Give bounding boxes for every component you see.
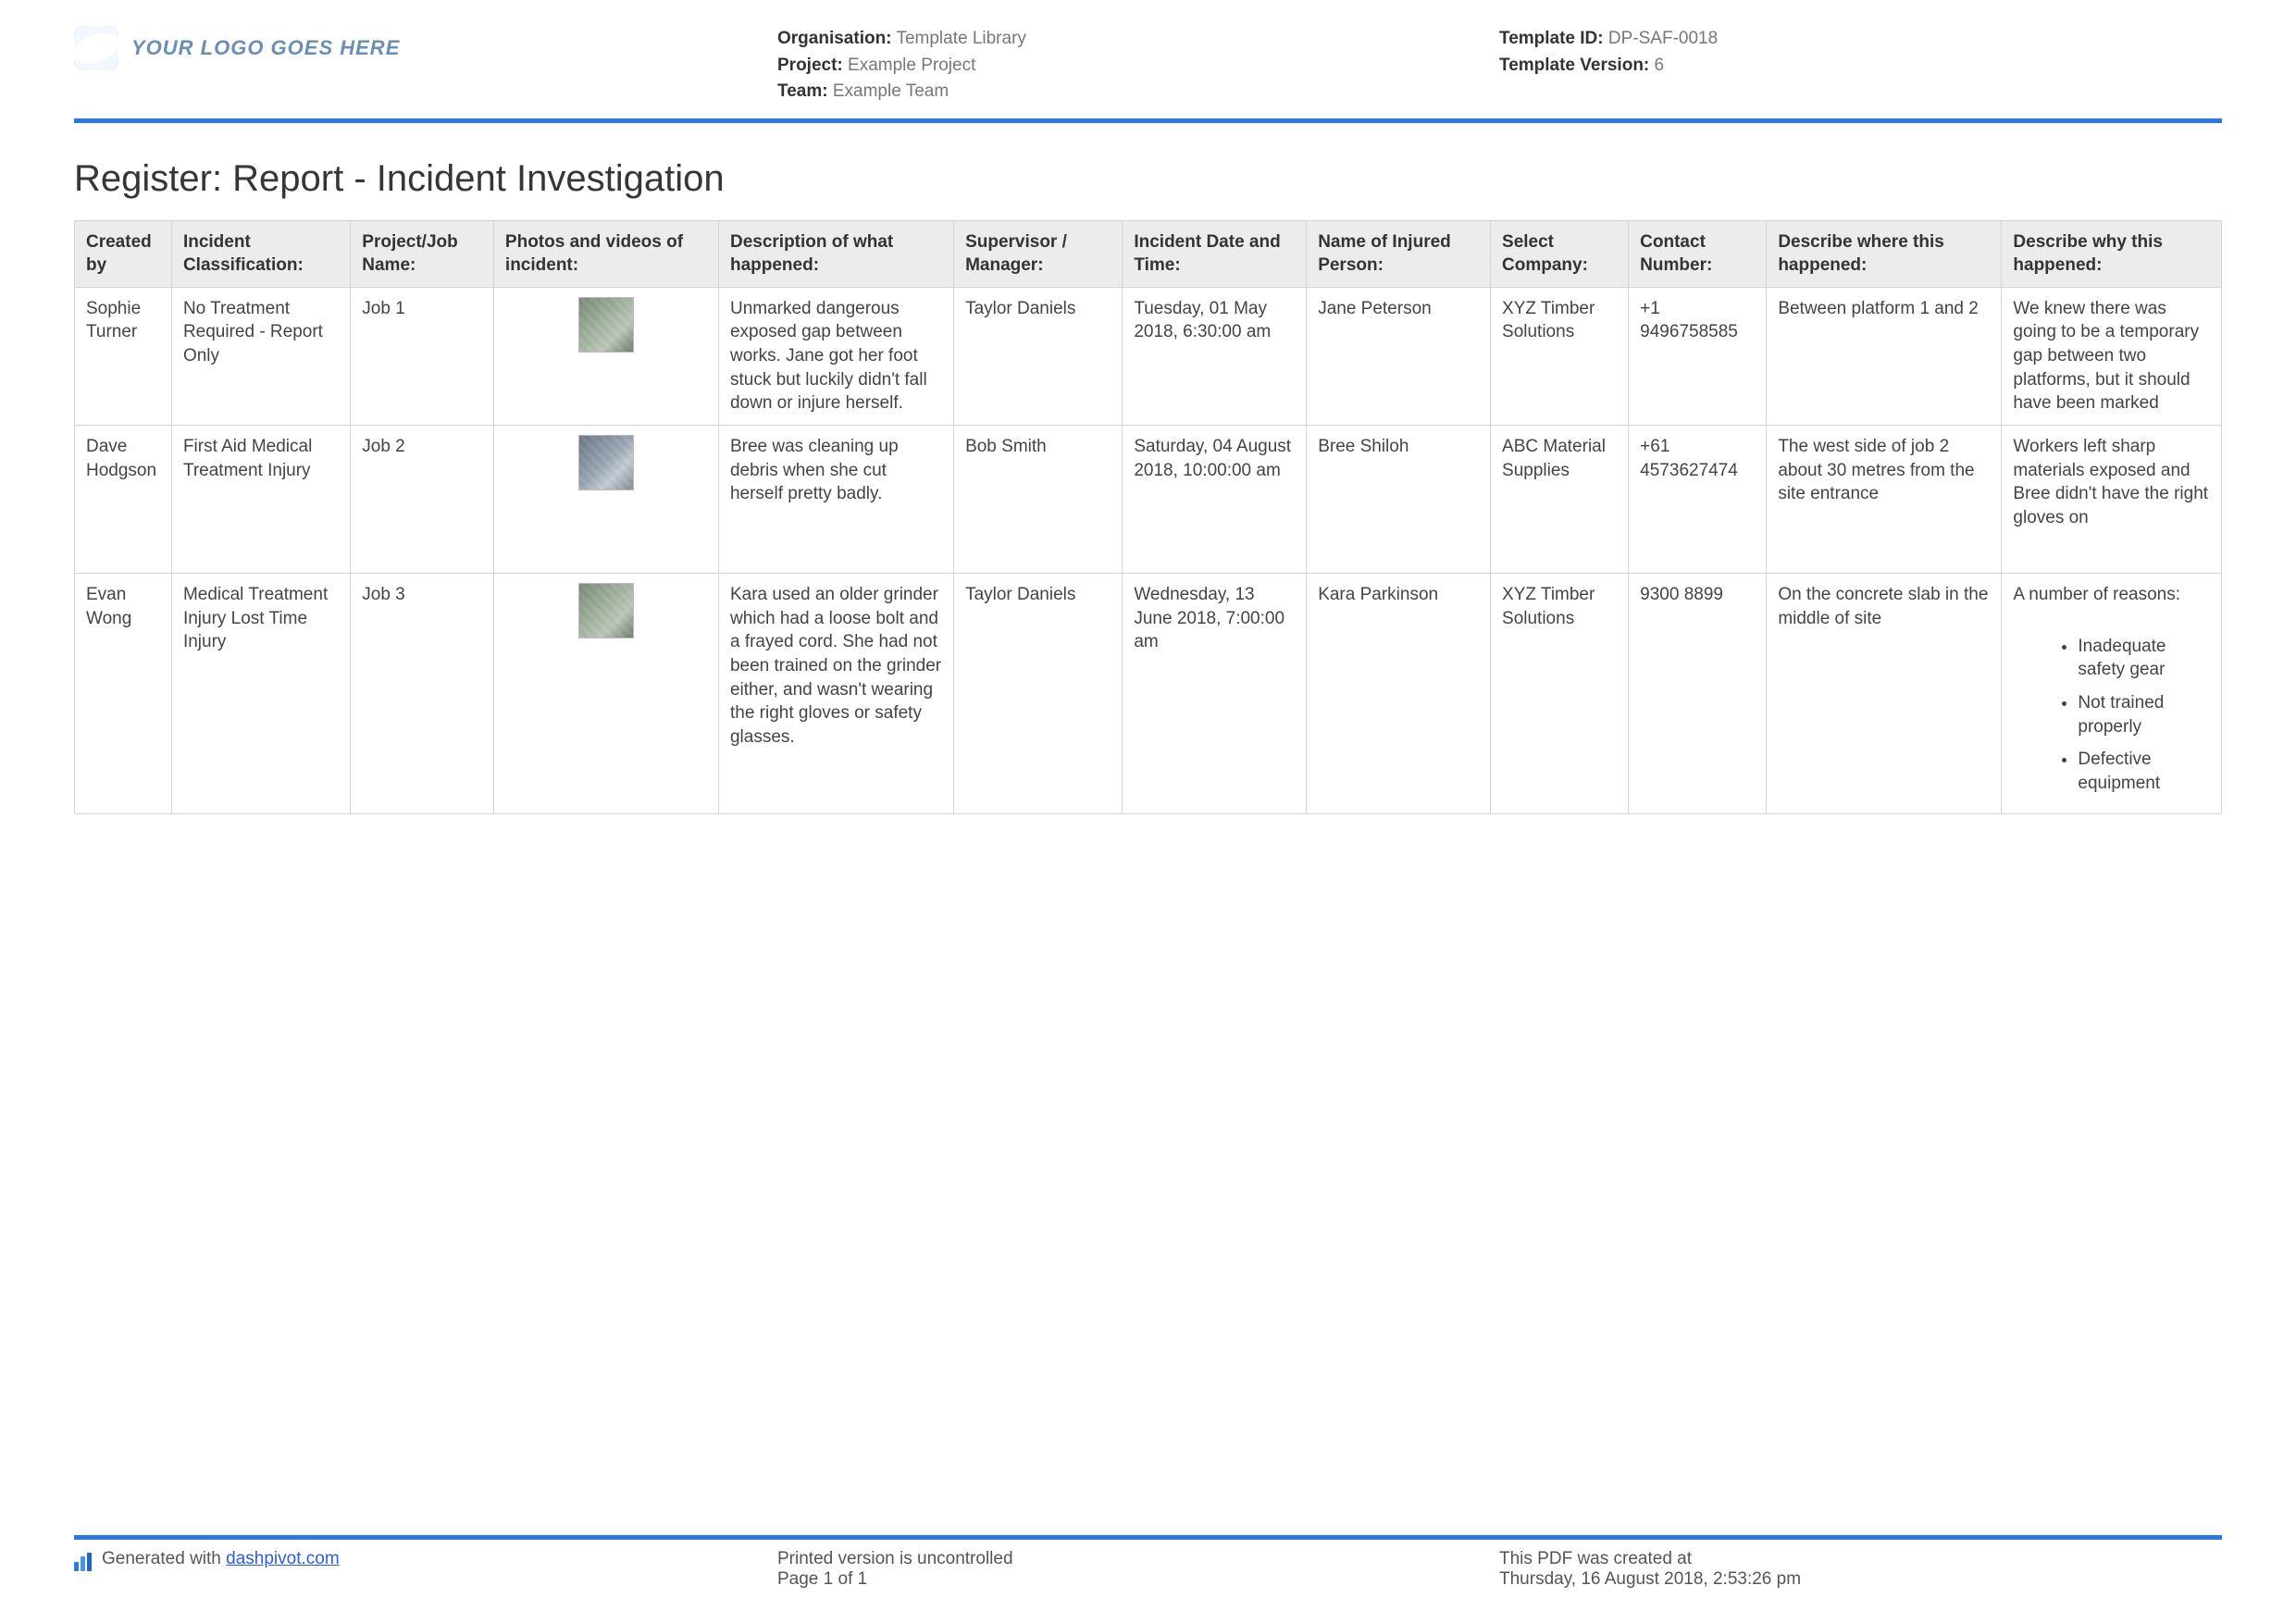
col-why: Describe why this happened:: [2002, 220, 2222, 287]
template-version-value: 6: [1655, 56, 1665, 75]
cell-why: A number of reasons:Inadequate safety ge…: [2002, 573, 2222, 813]
cell-photos: [493, 425, 718, 573]
why-reason-list: Inadequate safety gear Not trained proper…: [2078, 635, 2210, 796]
col-created-by: Created by: [75, 220, 172, 287]
cell-date: Saturday, 04 August 2018, 10:00:00 am: [1123, 425, 1307, 573]
cell-why: Workers left sharp materials exposed and…: [2002, 425, 2222, 573]
cell-where: On the concrete slab in the middle of si…: [1767, 573, 2002, 813]
team-label: Team:: [777, 81, 828, 101]
why-reason-item: Inadequate safety gear: [2078, 635, 2210, 682]
uncontrolled-note: Printed version is uncontrolled: [777, 1549, 1499, 1569]
col-where: Describe where this happened:: [1767, 220, 2002, 287]
cell-contact: +61 4573627474: [1629, 425, 1767, 573]
project-label: Project:: [777, 56, 843, 75]
incident-photo-thumbnail: [578, 297, 634, 353]
cell-created-by: Sophie Turner: [75, 287, 172, 425]
cell-contact: 9300 8899: [1629, 573, 1767, 813]
page-title: Register: Report - Incident Investigatio…: [74, 158, 2222, 200]
col-photos: Photos and videos of incident:: [493, 220, 718, 287]
cell-classification: Medical Treatment Injury Lost Time Injur…: [171, 573, 350, 813]
col-description: Description of what happened:: [718, 220, 953, 287]
col-injured-person: Name of Injured Person:: [1307, 220, 1491, 287]
col-classification: Incident Classification:: [171, 220, 350, 287]
footer-right: This PDF was created at Thursday, 16 Aug…: [1499, 1549, 2222, 1590]
incident-photo-thumbnail: [578, 583, 634, 638]
document-footer: Generated with dashpivot.com Printed ver…: [74, 1535, 2222, 1590]
page-number: Page 1 of 1: [777, 1569, 1499, 1590]
cell-where: Between platform 1 and 2: [1767, 287, 2002, 425]
cell-why: We knew there was going to be a temporar…: [2002, 287, 2222, 425]
cell-supervisor: Taylor Daniels: [954, 287, 1123, 425]
footer-mid: Printed version is uncontrolled Page 1 o…: [777, 1549, 1499, 1590]
cell-injured: Jane Peterson: [1307, 287, 1491, 425]
cell-date: Tuesday, 01 May 2018, 6:30:00 am: [1123, 287, 1307, 425]
pdf-created-timestamp: Thursday, 16 August 2018, 2:53:26 pm: [1499, 1569, 2222, 1590]
why-reason-item: Defective equipment: [2078, 748, 2210, 795]
header-left: YOUR LOGO GOES HERE: [74, 26, 777, 70]
cell-injured: Kara Parkinson: [1307, 573, 1491, 813]
cell-job: Job 3: [351, 573, 494, 813]
table-row: Dave HodgsonFirst Aid Medical Treatment …: [75, 425, 2222, 573]
incident-photo-thumbnail: [578, 435, 634, 490]
cell-company: XYZ Timber Solutions: [1491, 287, 1629, 425]
cell-where: The west side of job 2 about 30 metres f…: [1767, 425, 2002, 573]
cell-injured: Bree Shiloh: [1307, 425, 1491, 573]
cell-date: Wednesday, 13 June 2018, 7:00:00 am: [1123, 573, 1307, 813]
why-reason-item: Not trained properly: [2078, 691, 2210, 738]
table-header-row: Created by Incident Classification: Proj…: [75, 220, 2222, 287]
org-value: Template Library: [896, 29, 1025, 48]
table-row: Evan WongMedical Treatment Injury Lost T…: [75, 573, 2222, 813]
col-supervisor: Supervisor / Manager:: [954, 220, 1123, 287]
col-contact: Contact Number:: [1629, 220, 1767, 287]
logo-placeholder-text: YOUR LOGO GOES HERE: [131, 36, 400, 60]
cell-supervisor: Taylor Daniels: [954, 573, 1123, 813]
cell-classification: First Aid Medical Treatment Injury: [171, 425, 350, 573]
brand-logo-icon: [74, 26, 118, 70]
col-date-time: Incident Date and Time:: [1123, 220, 1307, 287]
cell-description: Kara used an older grinder which had a l…: [718, 573, 953, 813]
header-mid: Organisation: Template Library Project: …: [777, 26, 1499, 105]
dashpivot-link[interactable]: dashpivot.com: [226, 1549, 340, 1568]
cell-created-by: Evan Wong: [75, 573, 172, 813]
cell-photos: [493, 287, 718, 425]
header-right: Template ID: DP-SAF-0018 Template Versio…: [1499, 26, 2222, 79]
cell-contact: +1 9496758585: [1629, 287, 1767, 425]
cell-description: Bree was cleaning up debris when she cut…: [718, 425, 953, 573]
cell-job: Job 2: [351, 425, 494, 573]
org-label: Organisation:: [777, 29, 892, 48]
cell-supervisor: Bob Smith: [954, 425, 1123, 573]
col-company: Select Company:: [1491, 220, 1629, 287]
template-id-value: DP-SAF-0018: [1608, 29, 1718, 48]
template-version-label: Template Version:: [1499, 56, 1649, 75]
cell-created-by: Dave Hodgson: [75, 425, 172, 573]
pdf-created-label: This PDF was created at: [1499, 1549, 2222, 1569]
cell-description: Unmarked dangerous exposed gap between w…: [718, 287, 953, 425]
col-job-name: Project/Job Name:: [351, 220, 494, 287]
bar-chart-icon: [74, 1553, 94, 1571]
cell-photos: [493, 573, 718, 813]
team-value: Example Team: [833, 81, 949, 101]
table-row: Sophie TurnerNo Treatment Required - Rep…: [75, 287, 2222, 425]
footer-left: Generated with dashpivot.com: [74, 1549, 777, 1590]
template-id-label: Template ID:: [1499, 29, 1604, 48]
project-value: Example Project: [848, 56, 975, 75]
cell-company: ABC Material Supplies: [1491, 425, 1629, 573]
cell-job: Job 1: [351, 287, 494, 425]
document-header: YOUR LOGO GOES HERE Organisation: Templa…: [74, 26, 2222, 123]
cell-company: XYZ Timber Solutions: [1491, 573, 1629, 813]
incident-register-table: Created by Incident Classification: Proj…: [74, 220, 2222, 815]
generated-with-text: Generated with: [102, 1549, 226, 1568]
cell-classification: No Treatment Required - Report Only: [171, 287, 350, 425]
